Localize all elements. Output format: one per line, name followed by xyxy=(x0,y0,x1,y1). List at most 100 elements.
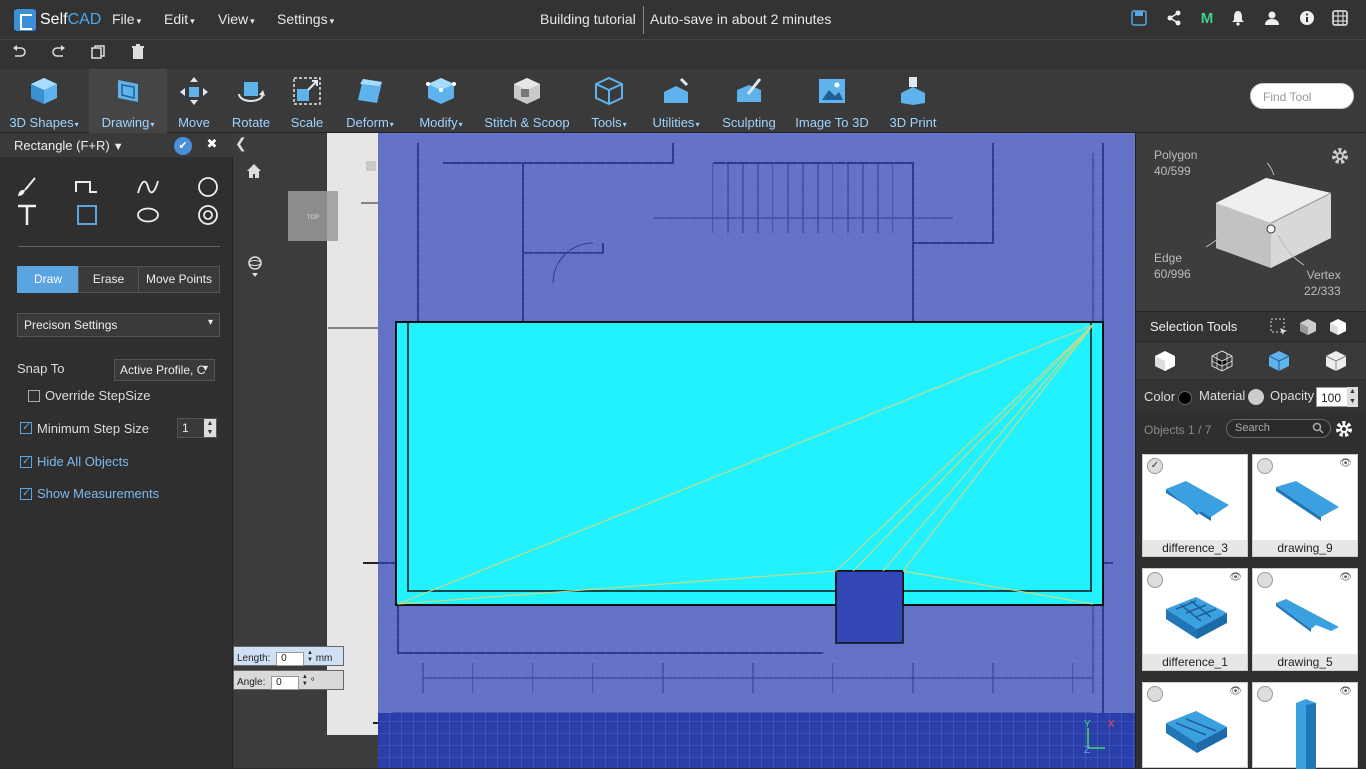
document-title[interactable]: Building tutorial xyxy=(540,11,636,27)
selfcad-logo[interactable]: SelfCAD xyxy=(14,8,101,32)
ribbon-rotate[interactable]: Rotate xyxy=(223,69,279,133)
rectangle-icon[interactable] xyxy=(75,203,99,227)
ribbon-utilities[interactable]: Utilities xyxy=(646,69,706,133)
close-button[interactable]: ✖ xyxy=(204,136,220,154)
select-radio-icon[interactable] xyxy=(1147,686,1163,702)
blueprint-canvas[interactable]: TOP Y X Z xyxy=(233,133,1135,768)
edge-stat[interactable]: Edge 60/996 xyxy=(1154,250,1191,282)
hide-all-objects-label: Hide All Objects xyxy=(37,454,129,469)
ribbon-3d-shapes[interactable]: 3D Shapes xyxy=(0,69,88,133)
tool-title-dropdown[interactable]: Rectangle (F+R) xyxy=(14,138,124,153)
ribbon-sculpting[interactable]: Sculpting xyxy=(718,69,780,133)
angle-stepper-icon[interactable]: ▲ ▼ xyxy=(302,674,308,688)
object-card-6[interactable]: 👁 xyxy=(1252,682,1358,769)
color-swatch[interactable] xyxy=(1178,391,1192,405)
object-card-drawing-9[interactable]: 👁 drawing_9 xyxy=(1252,454,1358,557)
share-icon[interactable] xyxy=(1164,10,1184,30)
menu-view[interactable]: View xyxy=(218,11,255,27)
angle-input[interactable]: 0 xyxy=(271,676,300,690)
ribbon-modify[interactable]: Modify xyxy=(412,69,470,133)
precision-settings-dropdown[interactable]: Precison Settings xyxy=(17,313,220,337)
selected-check-icon[interactable]: ✓ xyxy=(1147,458,1163,474)
text-icon[interactable] xyxy=(15,203,39,227)
info-icon[interactable] xyxy=(1297,10,1317,30)
trash-icon[interactable] xyxy=(128,44,148,64)
minimum-step-size-stepper[interactable]: 1 ▲ ▼ xyxy=(177,418,217,438)
show-measurements-checkbox[interactable] xyxy=(20,486,32,500)
ribbon-tools[interactable]: Tools xyxy=(582,69,636,133)
collapse-panel-icon[interactable]: ❮ xyxy=(235,135,251,155)
hidden-eye-icon[interactable]: 👁 xyxy=(1339,686,1352,697)
opacity-stepper-icon[interactable]: ▲ ▼ xyxy=(1347,387,1358,407)
length-input[interactable]: 0 xyxy=(276,652,305,666)
menu-file[interactable]: File xyxy=(112,11,141,27)
move-points-mode-button[interactable]: Move Points xyxy=(138,266,220,293)
search-icon[interactable] xyxy=(1312,422,1324,437)
select-radio-icon[interactable] xyxy=(1147,572,1163,588)
ring-icon[interactable] xyxy=(196,203,220,227)
erase-mode-button[interactable]: Erase xyxy=(78,266,139,293)
grid-icon[interactable] xyxy=(1330,10,1350,30)
copy-icon[interactable] xyxy=(88,44,108,64)
menu-edit[interactable]: Edit xyxy=(164,11,195,27)
polygon-stat[interactable]: Polygon 40/599 xyxy=(1154,147,1197,179)
snap-to-dropdown[interactable]: Active Profile, C xyxy=(114,359,215,381)
object-card-difference-3[interactable]: ✓ difference_3 xyxy=(1142,454,1248,557)
select-through-icon[interactable] xyxy=(1299,318,1317,339)
ribbon-image-to-3d[interactable]: Image To 3D xyxy=(793,69,871,133)
override-stepsize-checkbox[interactable] xyxy=(28,390,40,402)
select-radio-icon[interactable] xyxy=(1257,572,1273,588)
home-icon[interactable] xyxy=(246,163,262,184)
minimum-step-size-checkbox[interactable] xyxy=(20,420,32,434)
ribbon-scale[interactable]: Scale xyxy=(281,69,333,133)
3d-viewport[interactable]: TOP Y X Z ❮ Length: 0 ▲ ▼ mm Angle: 0 ▲ … xyxy=(233,133,1135,768)
divider xyxy=(18,246,220,247)
object-mode-icon[interactable] xyxy=(1153,349,1177,373)
hidden-eye-icon[interactable]: 👁 xyxy=(1229,686,1242,697)
ellipse-icon[interactable] xyxy=(136,203,160,227)
box-select-icon[interactable] xyxy=(1270,318,1288,339)
save-icon[interactable] xyxy=(1129,10,1149,30)
ribbon-stitch-scoop[interactable]: Stitch & Scoop xyxy=(480,69,574,133)
undo-icon[interactable] xyxy=(9,44,29,64)
face-mode-icon[interactable] xyxy=(1210,349,1234,373)
vertex-mode-icon[interactable] xyxy=(1324,349,1348,373)
object-card-difference-1[interactable]: 👁 difference_1 xyxy=(1142,568,1248,671)
material-icon[interactable] xyxy=(1248,389,1264,405)
select-radio-icon[interactable] xyxy=(1257,458,1273,474)
select-radio-icon[interactable] xyxy=(1257,686,1273,702)
redo-icon[interactable] xyxy=(49,44,69,64)
view-cube-label[interactable]: TOP xyxy=(307,215,319,221)
polyline-icon[interactable] xyxy=(75,175,99,199)
object-card-drawing-5[interactable]: 👁 drawing_5 xyxy=(1252,568,1358,671)
brush-icon[interactable] xyxy=(15,175,39,199)
hidden-eye-icon[interactable]: 👁 xyxy=(1339,572,1352,583)
ribbon-deform[interactable]: Deform xyxy=(339,69,401,133)
edge-mode-icon[interactable] xyxy=(1267,349,1291,373)
circle-icon[interactable] xyxy=(196,175,220,199)
ribbon-3d-print[interactable]: 3D Print xyxy=(884,69,942,133)
orbit-icon[interactable] xyxy=(247,255,263,282)
object-card-5[interactable]: 👁 xyxy=(1142,682,1248,768)
bell-icon[interactable] xyxy=(1228,10,1248,30)
hidden-eye-icon[interactable]: 👁 xyxy=(1229,572,1242,583)
m-icon[interactable]: M xyxy=(1197,10,1217,30)
selection-cube-icon xyxy=(1206,163,1332,268)
curve-icon[interactable] xyxy=(136,175,160,199)
ribbon-move[interactable]: Move xyxy=(167,69,221,133)
select-visible-icon[interactable] xyxy=(1329,318,1347,339)
scale-icon xyxy=(293,77,321,105)
draw-mode-button[interactable]: Draw xyxy=(17,266,79,293)
ribbon-drawing[interactable]: Drawing xyxy=(89,69,167,133)
hide-all-objects-checkbox[interactable] xyxy=(20,454,32,468)
hidden-eye-icon[interactable]: 👁 xyxy=(1339,458,1352,469)
menu-settings[interactable]: Settings xyxy=(277,11,334,27)
user-icon[interactable] xyxy=(1262,10,1282,30)
stepper-arrows-icon[interactable]: ▲ ▼ xyxy=(204,419,216,437)
objects-count: Objects 1 / 7 xyxy=(1144,423,1212,437)
find-tool-input[interactable]: Find Tool xyxy=(1250,83,1354,109)
length-stepper-icon[interactable]: ▲ ▼ xyxy=(307,650,313,664)
confirm-button[interactable]: ✔ xyxy=(174,137,192,155)
opacity-input[interactable]: 100 xyxy=(1316,387,1348,407)
objects-settings-gear-icon[interactable] xyxy=(1334,419,1354,442)
